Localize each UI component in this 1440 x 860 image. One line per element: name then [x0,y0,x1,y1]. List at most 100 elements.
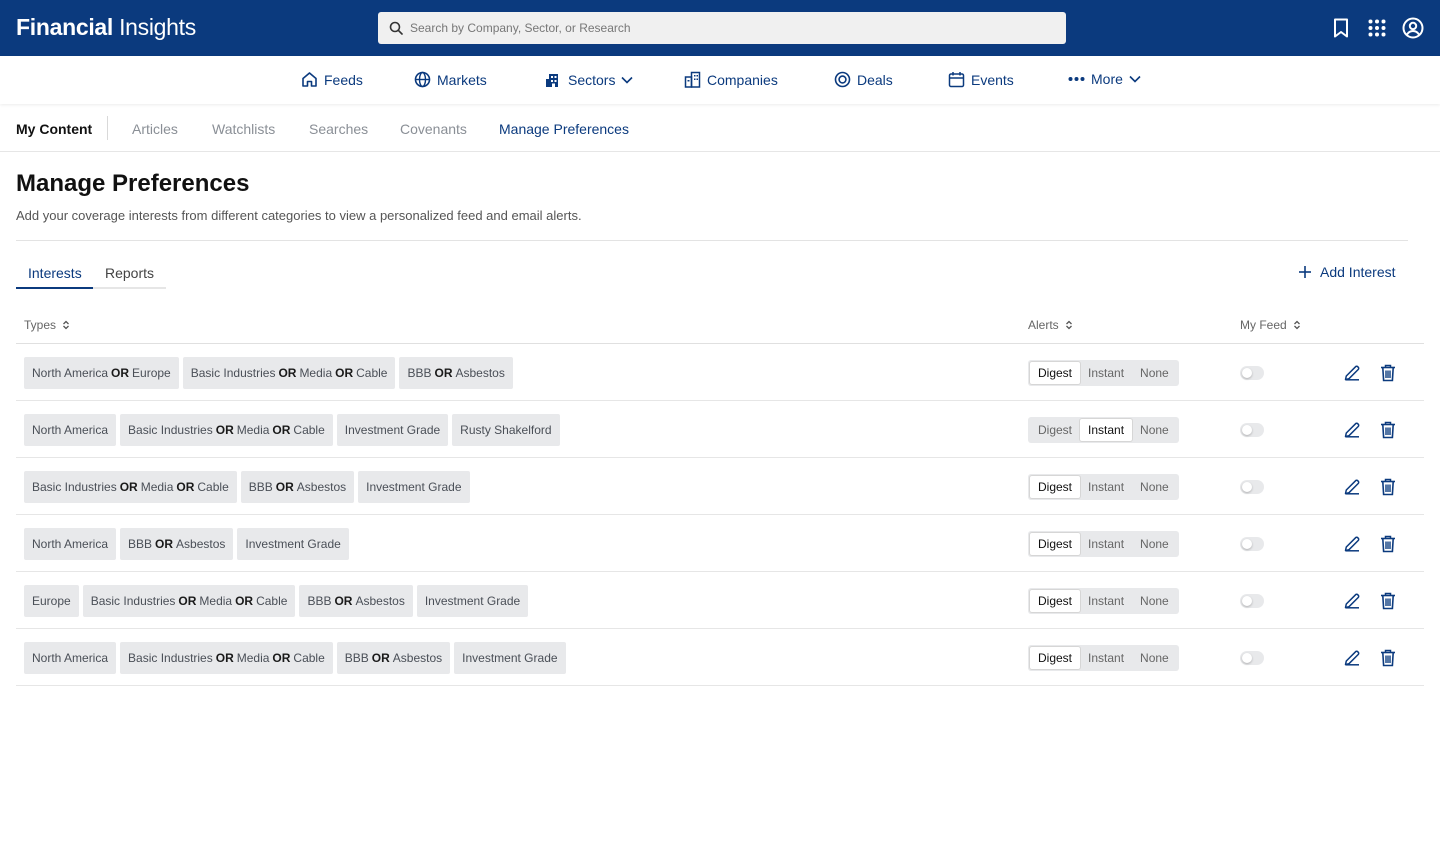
interest-tag[interactable]: Rusty Shakelford [452,414,560,446]
alert-frequency-selector: Digest Instant None [1028,360,1179,386]
nav-sectors[interactable]: Sectors [545,71,634,88]
my-feed-toggle[interactable] [1240,651,1264,665]
interest-tag[interactable]: Basic Industries OR Media OR Cable [82,585,296,617]
interest-tag[interactable]: Investment Grade [237,528,349,560]
interest-tag[interactable]: Europe [24,585,79,617]
tab-interests[interactable]: Interests [28,265,82,281]
interest-tag[interactable]: North America [24,642,117,674]
trash-icon[interactable] [1378,591,1398,611]
my-feed-toggle[interactable] [1240,594,1264,608]
alert-option-instant[interactable]: Instant [1080,476,1132,498]
my-feed-toggle[interactable] [1240,537,1264,551]
sub-nav-searches[interactable]: Searches [309,121,368,137]
alert-option-digest[interactable]: Digest [1030,476,1081,498]
nav-label: Events [971,71,1014,88]
table-row: North America Basic Industries OR Media OR Ca… [16,401,1424,458]
interest-tag[interactable]: Investment Grade [416,585,529,617]
my-feed-toggle[interactable] [1240,480,1264,494]
sub-nav-articles[interactable]: Articles [132,121,178,137]
or-operator: OR [334,594,353,608]
sub-nav: My Content Articles Watchlists Searches … [0,104,1440,152]
column-header-alerts[interactable]: Alerts [1028,318,1073,332]
target-icon [834,71,851,88]
edit-icon[interactable] [1342,648,1362,668]
trash-icon[interactable] [1378,363,1398,383]
alert-option-digest[interactable]: Digest [1030,362,1081,384]
nav-feeds[interactable]: Feeds [301,71,363,88]
edit-icon[interactable] [1342,534,1362,554]
alert-option-digest[interactable]: Digest [1030,419,1080,441]
building-icon [546,74,558,87]
edit-icon[interactable] [1342,477,1362,497]
sort-icon [1065,320,1072,330]
interest-tag[interactable]: Investment Grade [454,642,566,674]
nav-label: Markets [437,71,487,88]
or-operator: OR [235,594,254,608]
interest-tag[interactable]: BBB OR Asbestos [120,528,234,560]
interest-tag[interactable]: Investment Grade [358,471,470,503]
or-operator: OR [176,480,195,494]
sub-nav-manage-preferences[interactable]: Manage Preferences [499,121,629,137]
trash-icon[interactable] [1378,477,1398,497]
office-icon [684,71,701,88]
nav-more[interactable]: More [1068,71,1141,87]
alert-option-instant[interactable]: Instant [1080,647,1132,669]
alert-option-digest[interactable]: Digest [1030,647,1081,669]
alert-option-instant[interactable]: Instant [1080,590,1132,612]
sub-nav-watchlists[interactable]: Watchlists [212,121,275,137]
edit-icon[interactable] [1342,363,1362,383]
alert-option-none[interactable]: None [1132,533,1177,555]
nav-markets[interactable]: Markets [414,71,487,88]
trash-icon[interactable] [1378,648,1398,668]
nav-label: More [1091,71,1123,87]
interest-tag[interactable]: North America [24,414,117,446]
interest-tag[interactable]: Basic Industries OR Media OR Cable [120,642,333,674]
alert-option-none[interactable]: None [1132,647,1177,669]
interest-tag[interactable]: Basic Industries OR Media OR Cable [24,471,237,503]
edit-icon[interactable] [1342,420,1362,440]
table-row: Basic Industries OR Media OR Cable BBB OR Asbes… [16,458,1424,515]
add-interest-button[interactable]: Add Interest [1298,264,1396,280]
column-header-my-feed[interactable]: My Feed [1240,318,1301,332]
alert-option-instant[interactable]: Instant [1080,533,1132,555]
interest-tag[interactable]: Basic Industries OR Media OR Cable [120,414,333,446]
trash-icon[interactable] [1378,420,1398,440]
alert-option-none[interactable]: None [1132,362,1177,384]
edit-icon[interactable] [1342,591,1362,611]
alert-option-none[interactable]: None [1132,590,1177,612]
interest-tag[interactable]: Basic Industries OR Media OR Cable [182,357,396,389]
user-circle-icon[interactable] [1402,16,1424,40]
interest-tag[interactable]: BBB OR Asbestos [240,471,355,503]
trash-icon[interactable] [1378,534,1398,554]
page-description: Add your coverage interests from differe… [16,208,582,223]
interest-tag[interactable]: BBB OR Asbestos [336,642,451,674]
alert-option-digest[interactable]: Digest [1030,590,1081,612]
interest-tag[interactable]: BBB OR Asbestos [299,585,413,617]
alert-option-instant[interactable]: Instant [1080,419,1133,441]
top-bar: Financial Insights [0,0,1440,56]
alert-option-instant[interactable]: Instant [1080,362,1132,384]
bookmark-icon[interactable] [1330,16,1352,40]
or-operator: OR [371,651,390,665]
my-feed-toggle[interactable] [1240,366,1264,380]
interest-tag[interactable]: North America [24,528,117,560]
interest-tag[interactable]: BBB OR Asbestos [399,357,513,389]
column-header-types[interactable]: Types [24,318,70,332]
alert-option-none[interactable]: None [1132,419,1177,441]
alert-option-none[interactable]: None [1132,476,1177,498]
tab-active-indicator [16,287,93,289]
interest-tags: North America OR Europe Basic Industries OR M… [24,357,513,389]
nav-label: Feeds [324,71,363,88]
interest-tag[interactable]: Investment Grade [336,414,449,446]
search-input[interactable] [410,12,1050,44]
my-feed-toggle[interactable] [1240,423,1264,437]
nav-events[interactable]: Events [948,71,1014,88]
interest-tag[interactable]: North America OR Europe [24,357,179,389]
apps-grid-icon[interactable] [1366,16,1388,40]
nav-companies[interactable]: Companies [684,71,778,88]
app-logo[interactable]: Financial Insights [16,14,196,41]
sub-nav-covenants[interactable]: Covenants [400,121,467,137]
alert-option-digest[interactable]: Digest [1030,533,1081,555]
nav-deals[interactable]: Deals [834,71,893,88]
tab-reports[interactable]: Reports [105,265,154,281]
